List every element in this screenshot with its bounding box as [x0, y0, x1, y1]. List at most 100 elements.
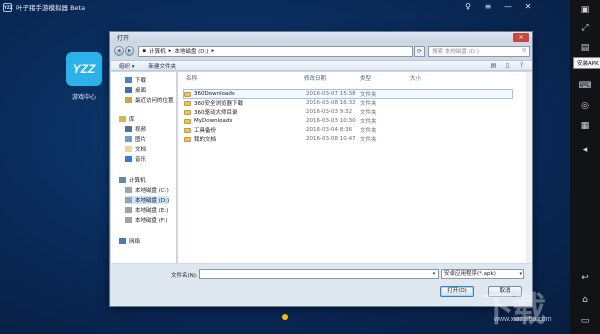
downloads-icon	[125, 77, 132, 83]
file-row[interactable]: 360Downloads 2016-03-07 15:38 文件夹	[183, 89, 513, 99]
close-button[interactable]: ✕	[523, 2, 533, 12]
nav-item-videos[interactable]: 视频	[125, 125, 146, 133]
android-back-icon[interactable]: ↩	[575, 270, 595, 286]
documents-icon	[125, 146, 132, 152]
emulator-sidebar: ▣ ⤢ ▤ ⌨ ◎ ▦ ◂ ↩ ⌂ ▭	[570, 0, 600, 334]
pictures-icon	[125, 136, 132, 142]
watermark-logo: 下载	[480, 291, 546, 329]
folder-icon	[184, 127, 191, 133]
dialog-toolbar: 组织 ▾ 新建文件夹 ▤ ▯ ?	[111, 60, 532, 71]
nav-item-music[interactable]: 音乐	[125, 155, 146, 163]
page-indicator-dot	[282, 314, 288, 320]
libraries-icon	[119, 116, 126, 122]
nav-item-drive-c[interactable]: 本地磁盘 (C:)	[125, 186, 169, 194]
drive-icon	[125, 207, 132, 213]
minimize-button[interactable]: —	[503, 2, 513, 12]
column-name[interactable]: 名称	[186, 74, 197, 82]
nav-item-drive-e[interactable]: 本地磁盘 (E:)	[125, 206, 168, 214]
folder-icon	[184, 118, 191, 124]
back-button[interactable]: ◂	[114, 46, 124, 56]
address-bar[interactable]: ▪ 计算机 ▸ 本地磁盘 (D:) ▸	[138, 45, 413, 57]
file-row[interactable]: 360驱动大师目录 2016-03-03 9:32 文件夹	[184, 108, 512, 116]
open-file-dialog: 打开 ✕ ◂ ▸ ▪ 计算机 ▸ 本地磁盘 (D:) ▸ ⟳ 搜索 本地磁盘 (…	[109, 31, 533, 307]
expand-icon[interactable]: ◂	[575, 142, 595, 158]
folder-icon	[184, 109, 191, 115]
file-list: 名称 修改日期 类型 大小 360Downloads 2016-03-07 15…	[178, 72, 532, 263]
folder-icon	[184, 91, 191, 97]
preview-pane-icon[interactable]: ▯	[503, 62, 512, 70]
chevron-down-icon: ▾	[519, 271, 522, 277]
dialog-title: 打开	[117, 35, 130, 42]
game-center-label: 游戏中心	[71, 94, 96, 101]
menu-icon[interactable]: ≡	[483, 2, 493, 12]
nav-item-desktop[interactable]: 桌面	[125, 86, 146, 94]
search-input[interactable]: 搜索 本地磁盘 (D:) ⚲	[428, 45, 531, 57]
file-row[interactable]: 360安全浏览器下载 2016-03-08 16:32 文件夹	[184, 99, 512, 107]
column-date[interactable]: 修改日期	[304, 74, 326, 82]
column-size[interactable]: 大小	[410, 74, 421, 82]
dialog-bottom-bar: 文件名(N): ▾ 安卓应用程序(*.apk) ▾ 打开(O) 取消	[111, 264, 532, 306]
view-options-icon[interactable]: ▤	[489, 62, 498, 70]
watermark: 下载 www.xiazaiba.com	[480, 282, 570, 329]
organize-button[interactable]: 组织 ▾	[119, 62, 135, 70]
breadcrumb-drive-d[interactable]: 本地磁盘 (D:)	[174, 47, 208, 55]
window-controls: ♀ ≡ — ✕	[463, 2, 533, 12]
filename-dropdown-icon[interactable]: ▾	[430, 270, 438, 278]
search-icon: ⚲	[521, 48, 527, 54]
android-recent-icon[interactable]: ▭	[575, 313, 595, 329]
dialog-close-button[interactable]: ✕	[513, 33, 529, 42]
nav-item-documents[interactable]: 文档	[125, 145, 146, 153]
briefcase-icon[interactable]: ▦	[575, 118, 595, 134]
drive-icon	[125, 217, 132, 223]
nav-item-computer[interactable]: 计算机	[119, 176, 146, 184]
breadcrumb-computer[interactable]: 计算机	[149, 47, 166, 55]
app-title: 叶子猪手游模拟器 Beta	[16, 4, 86, 12]
game-center-icon[interactable]: YZZ	[66, 52, 102, 86]
refresh-icon[interactable]: ⟳	[413, 45, 426, 57]
drive-icon	[125, 197, 132, 203]
filename-label: 文件名(N):	[171, 273, 198, 279]
music-icon	[125, 156, 132, 162]
drive-icon	[125, 187, 132, 193]
open-button[interactable]: 打开(O)	[440, 286, 474, 297]
file-row[interactable]: 工具备份 2016-03-04 8:36 文件夹	[184, 126, 512, 134]
dialog-titlebar: 打开	[110, 32, 532, 43]
android-home-icon[interactable]: ⌂	[575, 292, 595, 308]
user-icon[interactable]: ♀	[463, 2, 473, 12]
nav-item-drive-f[interactable]: 本地磁盘 (F:)	[125, 216, 168, 224]
app-logo-icon: YZZ	[3, 2, 13, 12]
vertical-scrollbar[interactable]	[526, 72, 532, 263]
watermark-url: www.xiazaiba.com	[494, 316, 552, 323]
folder-icon	[184, 136, 191, 142]
network-icon	[119, 238, 126, 244]
new-folder-button[interactable]: 新建文件夹	[149, 62, 177, 70]
nav-item-network[interactable]: 网络	[119, 237, 140, 245]
fullscreen-icon[interactable]: ⤢	[575, 20, 595, 36]
install-apk-icon[interactable]: ▤	[575, 40, 595, 56]
computer-small-icon: ▪	[142, 48, 147, 54]
keyboard-icon[interactable]: ⌨	[575, 78, 595, 94]
install-apk-tooltip: 安装APK	[573, 57, 600, 69]
file-row[interactable]: 我的文档 2016-03-08 10:47 文件夹	[184, 135, 512, 143]
forward-button[interactable]: ▸	[124, 46, 135, 56]
nav-item-downloads[interactable]: 下载	[125, 76, 146, 84]
recent-places-icon	[125, 97, 132, 103]
nav-item-libraries[interactable]: 库	[119, 115, 135, 123]
nav-item-recent[interactable]: 最近访问的位置	[125, 96, 174, 104]
column-type[interactable]: 类型	[360, 74, 371, 82]
breadcrumb-sep[interactable]: ▸	[212, 48, 215, 54]
computer-icon	[119, 177, 126, 183]
file-type-value: 安卓应用程序(*.apk)	[444, 271, 496, 277]
sidebar-back-icon[interactable]: ▣	[575, 2, 595, 18]
breadcrumb-sep[interactable]: ▸	[169, 48, 172, 54]
screenshot-icon[interactable]: ◎	[575, 98, 595, 114]
videos-icon	[125, 126, 132, 132]
nav-item-pictures[interactable]: 图片	[125, 135, 146, 143]
filename-input[interactable]	[199, 269, 439, 279]
search-placeholder: 搜索 本地磁盘 (D:)	[432, 49, 480, 55]
folder-icon	[184, 100, 191, 106]
help-icon[interactable]: ?	[517, 62, 526, 70]
file-type-select[interactable]: 安卓应用程序(*.apk) ▾	[441, 269, 524, 279]
file-row[interactable]: MyDownloads 2016-03-03 10:30 文件夹	[184, 117, 512, 125]
nav-item-drive-d[interactable]: 本地磁盘 (D:)	[125, 196, 170, 204]
